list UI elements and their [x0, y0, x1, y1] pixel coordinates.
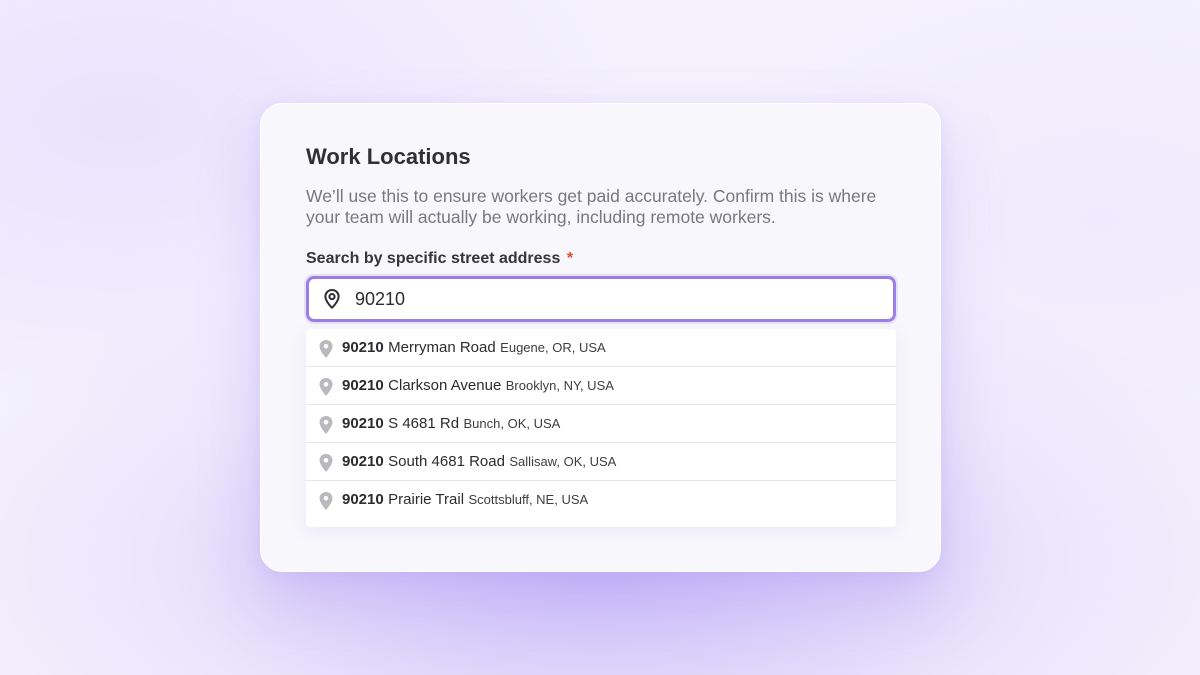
- suggestion-location: Scottsbluff, NE, USA: [468, 492, 589, 507]
- work-locations-card: Work Locations We’ll use this to ensure …: [260, 103, 941, 572]
- card-description: We’ll use this to ensure workers get pai…: [306, 186, 877, 227]
- map-pin-icon: [319, 416, 333, 434]
- address-search-box[interactable]: [306, 276, 896, 322]
- address-search-input[interactable]: [355, 285, 875, 313]
- suggestion-text: 90210 Merryman Road Eugene, OR, USA: [342, 329, 606, 367]
- address-field-label: Search by specific street address *: [306, 250, 573, 268]
- map-pin-icon: [319, 378, 333, 396]
- location-pin-icon: [324, 289, 340, 309]
- suggestion-zip: 90210: [342, 491, 384, 508]
- map-pin-icon: [319, 454, 333, 472]
- address-field-label-text: Search by specific street address: [306, 250, 561, 267]
- suggestion-street: Merryman Road: [388, 339, 496, 356]
- map-pin-icon: [319, 492, 333, 510]
- suggestion-text: 90210 Clarkson Avenue Brooklyn, NY, USA: [342, 367, 614, 405]
- suggestion-street: S 4681 Rd: [388, 415, 460, 432]
- suggestion-item[interactable]: 90210 Merryman Road Eugene, OR, USA: [306, 329, 896, 367]
- suggestion-location: Bunch, OK, USA: [463, 416, 561, 431]
- suggestion-street: Clarkson Avenue: [388, 377, 502, 394]
- suggestion-text: 90210 South 4681 Road Sallisaw, OK, USA: [342, 443, 616, 481]
- suggestion-street: Prairie Trail: [388, 491, 465, 508]
- suggestion-zip: 90210: [342, 415, 384, 432]
- suggestion-street: South 4681 Road: [388, 453, 505, 470]
- address-suggestions-dropdown: 90210 Merryman Road Eugene, OR, USA 9021…: [306, 329, 896, 527]
- suggestion-location: Brooklyn, NY, USA: [505, 378, 614, 393]
- suggestion-item[interactable]: 90210 S 4681 Rd Bunch, OK, USA: [306, 405, 896, 443]
- suggestion-zip: 90210: [342, 339, 384, 356]
- required-marker: *: [566, 250, 574, 267]
- map-pin-icon: [319, 340, 333, 358]
- suggestion-text: 90210 Prairie Trail Scottsbluff, NE, USA: [342, 481, 588, 519]
- suggestion-item[interactable]: 90210 Clarkson Avenue Brooklyn, NY, USA: [306, 367, 896, 405]
- suggestion-text: 90210 S 4681 Rd Bunch, OK, USA: [342, 405, 560, 443]
- suggestion-zip: 90210: [342, 453, 384, 470]
- suggestion-item[interactable]: 90210 South 4681 Road Sallisaw, OK, USA: [306, 443, 896, 481]
- card-title: Work Locations: [306, 144, 471, 169]
- suggestion-location: Eugene, OR, USA: [500, 340, 606, 355]
- suggestion-location: Sallisaw, OK, USA: [509, 454, 617, 469]
- suggestion-item[interactable]: 90210 Prairie Trail Scottsbluff, NE, USA: [306, 481, 896, 519]
- suggestion-zip: 90210: [342, 377, 384, 394]
